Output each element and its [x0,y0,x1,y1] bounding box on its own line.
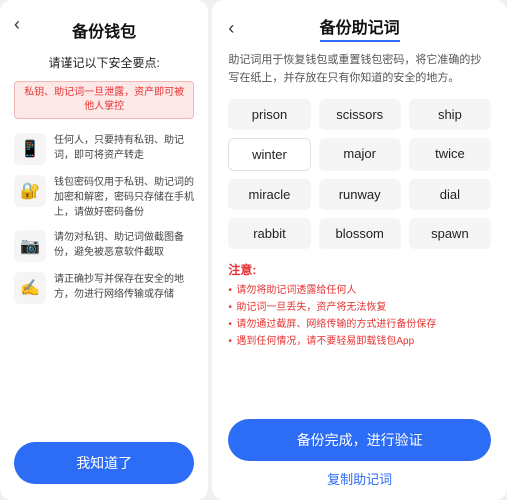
notes-item-1: 请勿将助记词透露给任何人 [228,282,491,299]
mnemonic-word-12: spawn [409,218,491,249]
safety-item-3: 📷 请勿对私钥、助记词做截图备份，避免被恶意软件截取 [14,230,194,262]
right-bottom: 备份完成，进行验证 复制助记词 [228,419,491,488]
mnemonic-word-5: major [319,138,401,171]
safety-icon-2: 🔐 [14,175,46,207]
right-copy-button[interactable]: 复制助记词 [327,469,392,488]
notes-item-2: 助记词一旦丢失，资产将无法恢复 [228,299,491,316]
right-title: 备份助记词 [320,14,400,42]
safety-item-4: ✍️ 请正确抄写并保存在安全的地方，勿进行网络传输或存储 [14,272,194,304]
right-back-button[interactable]: ‹ [228,18,234,39]
right-header: ‹ 备份助记词 [228,14,491,42]
mnemonic-word-10: rabbit [228,218,310,249]
mnemonic-word-6: twice [409,138,491,171]
safety-text-2: 钱包密码仅用于私钥、助记词的加密和解密，密码只存储在手机上，请做好密码备份 [54,175,194,220]
mnemonic-word-4: winter [228,138,310,171]
notes-item-4: 遇到任何情况，请不要轻易卸载钱包App [228,333,491,350]
right-confirm-button[interactable]: 备份完成，进行验证 [228,419,491,461]
mnemonic-word-1: prison [228,99,310,130]
safety-text-4: 请正确抄写并保存在安全的地方，勿进行网络传输或存储 [54,272,194,302]
left-confirm-button[interactable]: 我知道了 [14,442,194,484]
safety-icon-1: 📱 [14,133,46,165]
left-back-button[interactable]: ‹ [14,14,20,35]
left-title: 备份钱包 [72,18,136,42]
mnemonic-word-2: scissors [319,99,401,130]
mnemonic-word-7: miracle [228,179,310,210]
safety-text-3: 请勿对私钥、助记词做截图备份，避免被恶意软件截取 [54,230,194,260]
safety-icon-3: 📷 [14,230,46,262]
mnemonic-word-11: blossom [319,218,401,249]
right-description: 助记词用于恢复钱包或重置钱包密码，将它准确的抄写在纸上，并存放在只有你知道的安全… [228,52,491,87]
safety-icon-4: ✍️ [14,272,46,304]
left-subtitle: 请谨记以下安全要点: [49,54,160,71]
safety-text-1: 任何人，只要持有私钥、助记词，即可将资产转走 [54,133,194,163]
mnemonic-word-9: dial [409,179,491,210]
right-panel: ‹ 备份助记词 助记词用于恢复钱包或重置钱包密码，将它准确的抄写在纸上，并存放在… [212,0,507,500]
notes-section: 注意: 请勿将助记词透露给任何人 助记词一旦丢失，资产将无法恢复 请勿通过截屏、… [228,261,491,350]
mnemonic-grid: prison scissors ship winter major twice … [228,99,491,249]
warning-badge: 私钥、助记词一旦泄露，资产即可被他人掌控 [14,81,194,119]
mnemonic-word-8: runway [319,179,401,210]
left-panel: ‹ 备份钱包 请谨记以下安全要点: 私钥、助记词一旦泄露，资产即可被他人掌控 📱… [0,0,208,500]
safety-item-1: 📱 任何人，只要持有私钥、助记词，即可将资产转走 [14,133,194,165]
left-bottom: 我知道了 [14,442,194,484]
notes-title: 注意: [228,261,491,278]
mnemonic-word-3: ship [409,99,491,130]
notes-item-3: 请勿通过截屏、网络传输的方式进行备份保存 [228,316,491,333]
safety-item-2: 🔐 钱包密码仅用于私钥、助记词的加密和解密，密码只存储在手机上，请做好密码备份 [14,175,194,220]
